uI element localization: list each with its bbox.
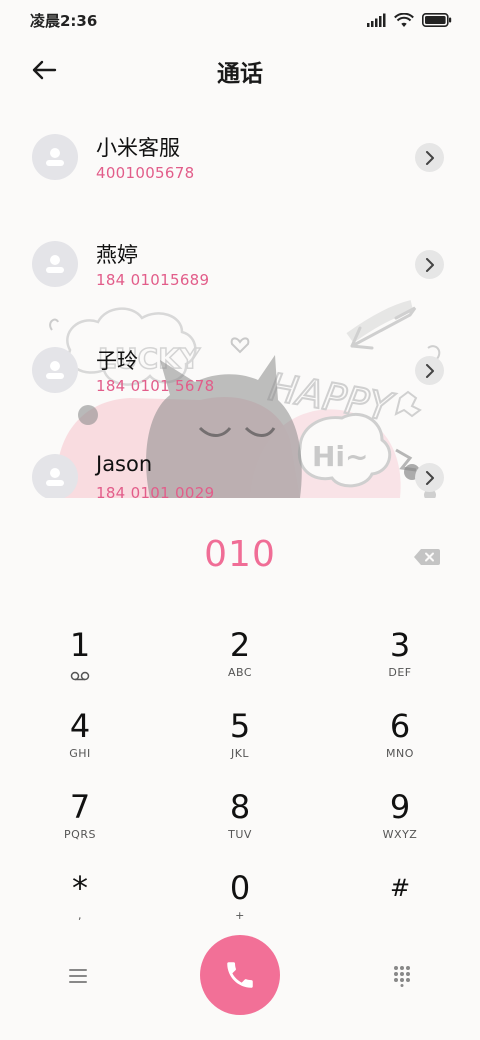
status-time: 凌晨2:36 (30, 11, 98, 30)
key-digit: 6 (389, 707, 411, 745)
key-letters: + (235, 909, 245, 922)
key-1[interactable]: 1 (20, 626, 140, 698)
call-button[interactable] (200, 935, 280, 1015)
contact-detail-button[interactable] (415, 356, 444, 385)
avatar (32, 134, 78, 180)
key-letters: JKL (230, 747, 250, 760)
avatar (32, 347, 78, 393)
key-digit: 8 (229, 788, 251, 826)
key-digit: 0 (229, 869, 251, 907)
contact-detail-button[interactable] (415, 463, 444, 492)
contact-row[interactable]: 子玲 184 0101 5678 (0, 323, 480, 419)
person-icon (46, 148, 64, 166)
chevron-right-icon (425, 470, 434, 485)
key-0[interactable]: 0 + (180, 869, 300, 941)
key-letters: TUV (228, 828, 252, 841)
key-hash[interactable]: # (340, 869, 460, 941)
person-icon (46, 468, 64, 486)
key-9[interactable]: 9 WXYZ (340, 788, 460, 860)
dialpad-toggle-button[interactable] (388, 962, 416, 990)
menu-button[interactable] (64, 964, 92, 988)
contact-name: Jason (96, 452, 153, 476)
page-title: 通话 (217, 61, 263, 87)
key-7[interactable]: 7 PQRS (20, 788, 140, 860)
person-icon (46, 255, 64, 273)
key-digit: # (389, 874, 411, 902)
key-digit: 2 (229, 626, 251, 664)
key-6[interactable]: 6 MNO (340, 707, 460, 779)
contact-row[interactable]: Jason 184 0101 0029 (0, 430, 480, 498)
key-5[interactable]: 5 JKL (180, 707, 300, 779)
avatar (32, 454, 78, 498)
key-3[interactable]: 3 DEF (340, 626, 460, 698)
status-bar: 凌晨2:36 (0, 0, 480, 40)
status-icons (366, 12, 452, 28)
contact-number: 184 0101 5678 (96, 377, 215, 395)
key-8[interactable]: 8 TUV (180, 788, 300, 860)
dial-display: 010 (0, 530, 480, 586)
backspace-button[interactable] (412, 546, 442, 568)
dialed-number[interactable]: 010 (0, 534, 480, 575)
key-letters: GHI (69, 747, 91, 760)
contact-row[interactable]: 燕婷 184 01015689 (0, 217, 480, 313)
menu-icon (69, 969, 87, 983)
voicemail-icon (20, 666, 140, 681)
key-digit: 1 (69, 626, 91, 664)
key-star[interactable]: * , (20, 869, 140, 941)
key-digit: 3 (389, 626, 411, 664)
contact-detail-button[interactable] (415, 143, 444, 172)
key-digit: 9 (389, 788, 411, 826)
key-letters: DEF (388, 666, 412, 679)
key-2[interactable]: 2 ABC (180, 626, 300, 698)
phone-icon (227, 962, 253, 988)
key-digit: * (72, 869, 88, 907)
person-icon (46, 361, 64, 379)
header: 通话 (0, 44, 480, 96)
contact-number: 4001005678 (96, 164, 195, 182)
key-digit: 5 (229, 707, 251, 745)
bottom-bar (0, 935, 480, 1017)
contact-list: LUCKY HAPPY Hi~ 小米客服 4001005678 燕婷 184 0… (0, 110, 480, 498)
key-digit: 7 (69, 788, 91, 826)
key-letters: PQRS (64, 828, 96, 841)
wifi-icon (394, 12, 414, 27)
contact-name: 小米客服 (96, 136, 180, 160)
contact-name: 子玲 (96, 349, 138, 373)
key-letters: , (78, 909, 82, 922)
chevron-right-icon (425, 257, 434, 272)
key-letters: ABC (227, 666, 253, 679)
key-4[interactable]: 4 GHI (20, 707, 140, 779)
contact-number: 184 01015689 (96, 271, 210, 289)
key-letters: WXYZ (382, 828, 418, 841)
contact-name: 燕婷 (96, 243, 138, 267)
key-letters: MNO (386, 747, 414, 760)
contact-number: 184 0101 0029 (96, 484, 215, 498)
avatar (32, 241, 78, 287)
key-digit: 4 (69, 707, 91, 745)
contact-detail-button[interactable] (415, 250, 444, 279)
chevron-right-icon (425, 150, 434, 165)
backspace-icon (414, 549, 440, 565)
chevron-right-icon (425, 363, 434, 378)
signal-icon (367, 13, 386, 27)
battery-icon (422, 13, 452, 27)
dialpad-icon (394, 966, 410, 987)
contact-row[interactable]: 小米客服 4001005678 (0, 110, 480, 206)
